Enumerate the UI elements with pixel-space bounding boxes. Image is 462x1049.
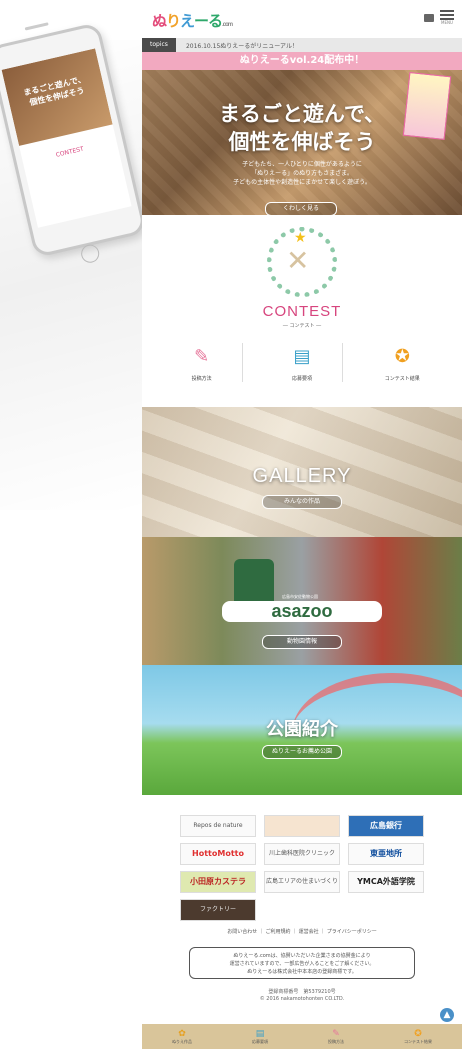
mail-icon[interactable] xyxy=(424,13,434,22)
sponsor-banner[interactable]: HottoMotto xyxy=(180,843,256,865)
contest-subtitle: ― コンテスト ― xyxy=(282,323,322,329)
logo-char-4: ーる xyxy=(194,13,223,30)
bottom-nav-item-results[interactable]: ✪ コンテスト結果 xyxy=(404,1029,432,1045)
park-button[interactable]: ぬりえーるお薦め公園 xyxy=(262,745,342,759)
contest-links: ✎ 投稿方法 ▤ 応募要項 ✪ コンテスト結果 xyxy=(142,343,462,382)
sponsor-banner[interactable]: 東亜地所 xyxy=(348,843,424,865)
footer-notice-line1: ぬりえーる.comは、協賛いただいた企業さまの協賛金により xyxy=(233,953,371,959)
contest-section: ★ ✕ CONTEST ― コンテスト ― ✎ 投稿方法 ▤ 応募要項 ✪ コン… xyxy=(142,227,462,407)
contest-link-results[interactable]: ✪ コンテスト結果 xyxy=(362,343,442,382)
topics-label: topics xyxy=(142,38,176,52)
hero-desc-line3: 子どもの主体性や創造性にまかせて楽しく遊ぼう。 xyxy=(233,179,371,186)
medal-icon: ✪ xyxy=(394,346,410,367)
hero-desc-line1: 子どもたち、一人ひとりに個性があるように xyxy=(242,161,362,168)
sponsor-banner[interactable]: YMCA外語学院 xyxy=(348,871,424,893)
bottom-nav-item-guidelines[interactable]: ▤ 応募要項 xyxy=(252,1029,268,1045)
gallery-title: GALLERY xyxy=(252,465,352,487)
sponsor-banner[interactable]: 小田原カステラ xyxy=(180,871,256,893)
logo-char-2: り xyxy=(166,13,181,30)
menu-label: MENU xyxy=(441,20,453,25)
pencil-icon: ✎ xyxy=(194,346,210,367)
sponsor-banner[interactable]: 広島銀行 xyxy=(348,815,424,837)
zoo-logo-caption: 広島市安佐動物公園 xyxy=(282,594,318,599)
gallery-button[interactable]: みんなの作品 xyxy=(262,495,342,509)
bottom-nav-label: ぬりえ作品 xyxy=(172,1038,192,1044)
hero-more-button[interactable]: くわしく見る xyxy=(265,202,337,215)
logo-char-1: ぬ xyxy=(152,13,167,30)
footer-copyright: 登録商標番号 第5379210号 © 2016 nakamotohonten C… xyxy=(142,989,462,1003)
scroll-to-top-button[interactable]: ▲ xyxy=(440,1008,454,1022)
footer-copyright-text: © 2016 nakamotohonten CO.LTD. xyxy=(259,996,345,1002)
hero-description: 子どもたち、一人ひとりに個性があるように 「ぬりえーる」のぬり方もさまざま。 子… xyxy=(142,160,462,187)
site-logo[interactable]: ぬりえーる.com xyxy=(152,10,233,31)
hero-banner: ぬりえーるvol.24配布中！ まるごと遊んで、 個性を伸ばそう 子どもたち、一… xyxy=(142,52,462,215)
bottom-nav-item-howto[interactable]: ✎ 投稿方法 xyxy=(328,1029,344,1045)
footer-links[interactable]: お問い合わせ ｜ ご利用規約 ｜ 運営会社 ｜ プライバシーポリシー xyxy=(142,928,462,935)
phone-contest-label: CONTEST xyxy=(55,145,85,159)
zoo-logo-text: asazoo xyxy=(222,601,382,622)
hero-ribbon[interactable]: ぬりえーるvol.24配布中！ xyxy=(142,52,462,70)
topics-bar[interactable]: topics 2016.10.15ぬりえーるがリニューアル！ xyxy=(142,38,462,52)
sponsor-banner[interactable]: ファクトリー xyxy=(180,899,256,921)
crossed-crayons-icon: ✕ xyxy=(286,244,310,277)
hero-title-line1: まるごと遊んで、 xyxy=(218,102,386,126)
header-icons: MENU xyxy=(424,10,454,25)
document-icon: ▤ xyxy=(255,1028,265,1039)
flower-icon: ✿ xyxy=(178,1028,186,1039)
sponsor-banner[interactable]: 広島エリアの住まいづくり xyxy=(264,871,340,893)
footer-notice-line3: ぬりえーるは株式会社中本本店の登録商標です。 xyxy=(247,969,357,975)
footer-notice-line2: 運営されていますので、一部広告が入ることをご了解ください。 xyxy=(229,961,375,967)
bottom-nav-label: コンテスト結果 xyxy=(404,1038,432,1044)
contest-link-label: 応募要項 xyxy=(291,376,312,382)
sponsor-grid: Repos de nature 広島銀行 HottoMotto 川上歯科医院クリ… xyxy=(142,815,462,921)
contest-title: CONTEST xyxy=(262,303,342,320)
contest-link-howto[interactable]: ✎ 投稿方法 xyxy=(162,343,243,382)
site-footer: お問い合わせ ｜ ご利用規約 ｜ 運営会社 ｜ プライバシーポリシー ぬりえーる… xyxy=(142,928,462,1003)
contest-link-label: コンテスト結果 xyxy=(384,376,420,382)
gallery-banner[interactable]: GALLERY みんなの作品 xyxy=(142,407,462,537)
bottom-nav-label: 投稿方法 xyxy=(328,1038,344,1044)
bottom-nav-item-gallery[interactable]: ✿ ぬりえ作品 xyxy=(172,1029,192,1045)
hero-title: まるごと遊んで、 個性を伸ばそう xyxy=(142,100,462,156)
contest-link-guidelines[interactable]: ▤ 応募要項 xyxy=(262,343,343,382)
bottom-nav: ✿ ぬりえ作品 ▤ 応募要項 ✎ 投稿方法 ✪ コンテスト結果 xyxy=(142,1024,462,1049)
hero-desc-line2: 「ぬりえーる」のぬり方もさまざま。 xyxy=(251,170,353,177)
sponsor-banner[interactable]: 川上歯科医院クリニック xyxy=(264,843,340,865)
phone-hero-text: まるごと遊んで、 個性を伸ばそう xyxy=(10,71,101,112)
logo-char-3: え xyxy=(180,13,195,30)
contest-wreath-icon: ★ ✕ xyxy=(267,227,337,297)
sponsor-banner[interactable]: Repos de nature xyxy=(180,815,256,837)
phone-hero: まるごと遊んで、 個性を伸ばそう xyxy=(1,48,113,146)
logo-suffix: .com xyxy=(222,22,233,28)
medal-icon: ✪ xyxy=(414,1028,422,1039)
menu-button[interactable]: MENU xyxy=(440,10,454,25)
phone-speaker xyxy=(24,22,49,31)
site-page: ぬりえーる.com MENU topics 2016.10.15ぬりえーるがリニ… xyxy=(142,0,462,1049)
zoo-button[interactable]: 動物園情報 xyxy=(262,635,342,649)
contest-link-label: 投稿方法 xyxy=(191,376,212,382)
hamburger-icon xyxy=(440,10,454,20)
document-icon: ▤ xyxy=(293,346,311,367)
hero-title-line2: 個性を伸ばそう xyxy=(228,130,376,154)
footer-trademark: 登録商標番号 第5379210号 xyxy=(268,989,336,995)
park-banner[interactable]: 公園紹介 ぬりえーるお薦め公園 xyxy=(142,665,462,795)
bottom-nav-label: 応募要項 xyxy=(252,1038,268,1044)
zoo-banner[interactable]: asazoo 広島市安佐動物公園 動物園情報 xyxy=(142,537,462,665)
footer-notice-box: ぬりえーる.comは、協賛いただいた企業さまの協賛金により 運営されていますので… xyxy=(189,947,415,979)
site-header: ぬりえーる.com MENU xyxy=(142,0,462,38)
park-title: 公園紹介 xyxy=(266,719,338,739)
pencil-icon: ✎ xyxy=(332,1028,340,1039)
topics-text: 2016.10.15ぬりえーるがリニューアル！ xyxy=(185,42,298,50)
sponsor-banner[interactable] xyxy=(264,815,340,837)
sponsor-section: Repos de nature 広島銀行 HottoMotto 川上歯科医院クリ… xyxy=(142,795,462,921)
